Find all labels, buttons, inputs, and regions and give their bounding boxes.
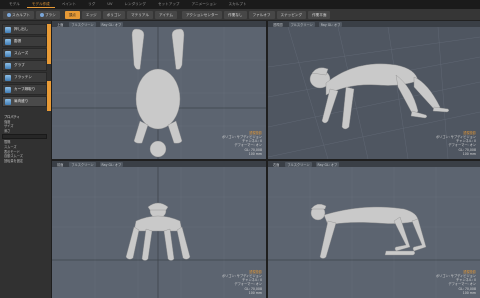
tool-smooth[interactable]: スムーズ — [2, 48, 47, 59]
mesh-figure-perspective — [309, 63, 449, 130]
viewport-view-label[interactable]: 透視図 — [271, 22, 285, 27]
material-mode-button[interactable]: マテリアル — [127, 10, 153, 19]
viewport-stage[interactable]: 透視投影 ポリゴン: サブディビジョン チャンネル: 0 デフォーマー: オン … — [52, 27, 266, 159]
snapping-button[interactable]: スナッピング — [276, 10, 307, 19]
action-center-button[interactable]: アクションセンター — [181, 10, 223, 19]
viewport-raygl-toggle[interactable]: Ray GL: オフ — [315, 161, 340, 167]
prop-depth[interactable]: 深さ — [2, 129, 47, 134]
smooth-tool-icon — [5, 50, 11, 57]
menu-tab-render[interactable]: レンダリング — [119, 1, 151, 8]
flatten-tool-icon — [5, 74, 11, 81]
prop-lock-rotation[interactable]: 回転量を固定 — [2, 159, 47, 164]
viewport-fullscreen-button[interactable]: フルスクリーン — [69, 161, 96, 167]
viewport-view-label[interactable]: 前面 — [55, 162, 65, 167]
menu-bar: モデル モデル作成 ペイント リグ UV レンダリング セットアップ アニメーシ… — [0, 0, 480, 9]
sculpt-label: スカルプト — [12, 12, 30, 17]
viewport-raygl-toggle[interactable]: Ray GL: オフ — [99, 161, 124, 167]
viewport-info-readout: 透視投影 ポリゴン: サブディビジョン チャンネル: 0 デフォーマー: オン … — [436, 131, 476, 156]
polygon-mode-button[interactable]: ポリゴン — [102, 10, 126, 19]
curve-tool-icon — [5, 86, 11, 93]
viewport-raygl-toggle[interactable]: Ray GL: オフ — [99, 21, 124, 27]
brush-mode-button[interactable]: ブラシ — [35, 10, 60, 19]
paint-vertical-tab[interactable] — [47, 81, 51, 111]
brush-label: ブラシ — [44, 12, 56, 17]
info-line: 100 mm — [248, 151, 262, 156]
menu-tab-rig[interactable]: リグ — [83, 1, 100, 8]
tool-grab[interactable]: グラブ — [2, 60, 47, 71]
viewport-stage[interactable]: 透視投影 ポリゴン: サブディビジョン チャンネル: 0 デフォーマー: オン … — [268, 27, 480, 159]
tool-label: グラブ — [14, 63, 25, 67]
no-action-button[interactable]: 作業なし — [224, 10, 247, 19]
viewport-right[interactable]: 右面 フルスクリーン Ray GL: オフ 透視投影 ポリゴン: サブディビジョ… — [268, 161, 480, 298]
viewport-fullscreen-button[interactable]: フルスクリーン — [69, 21, 96, 27]
push-tool-icon — [5, 26, 11, 33]
viewport-stage[interactable]: 透視投影 ポリゴン: サブディビジョン チャンネル: 0 デフォーマー: オン … — [268, 167, 480, 298]
falloff-button[interactable]: ファルオフ — [248, 10, 275, 19]
menu-tab-sculpt[interactable]: スカルプト — [224, 1, 252, 8]
viewport-perspective[interactable]: 透視図 フルスクリーン Ray GL: オフ 透視投影 ポリゴン: サブディビジ… — [268, 21, 480, 159]
mesh-figure-right — [310, 203, 427, 259]
sculpt-icon — [7, 12, 11, 17]
menu-tab-modeling[interactable]: モデル作成 — [26, 1, 55, 8]
viewport-view-label[interactable]: 上面 — [55, 22, 65, 27]
brush-icon — [39, 12, 44, 17]
edge-mode-button[interactable]: エッジ — [81, 10, 101, 19]
vertex-mode-button[interactable]: 頂点 — [64, 10, 80, 19]
work-plane-button[interactable]: 作業平面 — [308, 10, 331, 19]
info-line: 100 mm — [462, 151, 476, 156]
tool-label: カーブ縁取り — [14, 87, 36, 91]
menu-tab-animation[interactable]: アニメーション — [187, 1, 222, 8]
viewport-top[interactable]: 上面 フルスクリーン Ray GL: オフ 透視投影 ポリゴン: サブディビジョ… — [52, 21, 266, 159]
viewport-splitter-horizontal[interactable] — [52, 159, 480, 161]
viewport-info-readout: 透視投影 ポリゴン: サブディビジョン チャンネル: 0 デフォーマー: オン … — [222, 131, 262, 156]
prop-value-field[interactable] — [2, 134, 47, 140]
viewport-stage[interactable]: 透視投影 ポリゴン: サブディビジョン チャンネル: 0 デフォーマー: オン … — [52, 167, 266, 298]
viewport-info-readout: 透視投影 ポリゴン: サブディビジョン チャンネル: 0 デフォーマー: オン … — [436, 270, 476, 295]
tool-push[interactable]: 押し出し — [2, 24, 47, 35]
tool-label: スムーズ — [14, 51, 29, 55]
viewport-fullscreen-button[interactable]: フルスクリーン — [285, 161, 312, 167]
viewport-front[interactable]: 前面 フルスクリーン Ray GL: オフ 透視投影 ポリゴン: サブディビジョ… — [52, 161, 266, 298]
tool-label: 膨張 — [14, 39, 22, 43]
sculpt-vertical-tab[interactable] — [47, 24, 51, 64]
viewport-raygl-toggle[interactable]: Ray GL: オフ — [318, 21, 343, 27]
item-mode-button[interactable]: アイテム — [154, 10, 177, 19]
tool-label: フラッテン — [14, 75, 32, 79]
grab-tool-icon — [5, 62, 11, 69]
menu-tab-setup[interactable]: セットアップ — [153, 1, 185, 8]
tool-sidebar: 押し出し 膨張 スムーズ グラブ フラッテン カーブ縁取り 肩肉盛り プロパティ… — [0, 21, 52, 298]
sculpt-mode-button[interactable]: スカルプト — [3, 10, 34, 19]
tool-inflate[interactable]: 膨張 — [2, 36, 47, 47]
viewport-fullscreen-button[interactable]: フルスクリーン — [288, 21, 315, 27]
viewport-info-readout: 透視投影 ポリゴン: サブディビジョン チャンネル: 0 デフォーマー: オン … — [222, 270, 262, 295]
menu-tab-model[interactable]: モデル — [4, 1, 25, 8]
menu-tab-uv[interactable]: UV — [102, 1, 117, 8]
viewport-view-label[interactable]: 右面 — [271, 162, 281, 167]
buildup-tool-icon — [5, 98, 11, 105]
menu-tab-paint[interactable]: ペイント — [57, 1, 81, 8]
tool-label: 押し出し — [14, 27, 29, 31]
main-toolbar: スカルプト ブラシ 頂点 エッジ ポリゴン マテリアル アイテム アクションセン… — [0, 9, 480, 21]
tool-flatten[interactable]: フラッテン — [2, 72, 47, 83]
tool-build-up[interactable]: 肩肉盛り — [2, 96, 47, 107]
tool-label: 肩肉盛り — [14, 99, 29, 103]
info-line: 100 mm — [248, 290, 262, 295]
tool-properties-panel: プロパティ 強度 サイズ 深さ 間隔 スムーズ 表示モード 自動スムーズ 回転量… — [2, 115, 47, 163]
info-line: 100 mm — [462, 290, 476, 295]
tool-curve-border[interactable]: カーブ縁取り — [2, 84, 47, 95]
inflate-tool-icon — [5, 38, 11, 45]
